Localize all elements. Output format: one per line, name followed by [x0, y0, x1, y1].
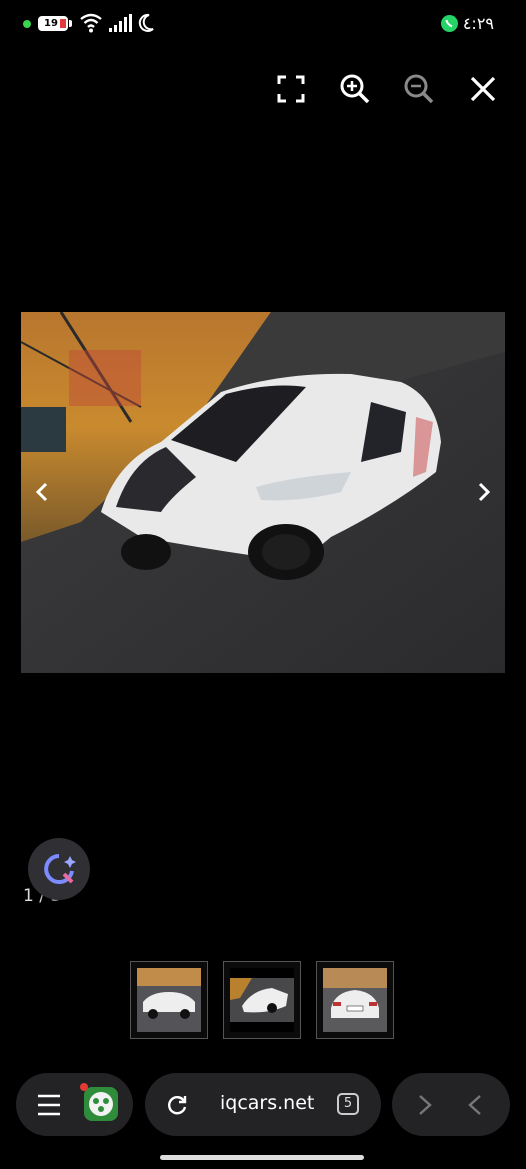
clock: ٤:٢٩ [462, 14, 494, 33]
next-image-icon[interactable] [471, 480, 495, 504]
moon-icon [138, 13, 154, 32]
zoom-in-icon[interactable] [336, 70, 374, 108]
fullscreen-icon[interactable] [272, 70, 310, 108]
battery-icon: 19 [38, 16, 68, 31]
status-dot-icon [23, 20, 31, 28]
navigation-pill [392, 1073, 510, 1136]
thumbnail-1[interactable] [130, 961, 208, 1039]
watermark-logo [69, 350, 141, 406]
status-bar: 19 ٤:٢٩ [0, 0, 526, 48]
lens-icon [44, 854, 76, 884]
menu-icon[interactable] [36, 1093, 62, 1117]
google-lens-button[interactable] [28, 838, 90, 900]
forward-icon[interactable] [414, 1093, 436, 1117]
extension-icon[interactable] [84, 1087, 118, 1121]
back-icon[interactable] [464, 1093, 486, 1117]
reload-icon[interactable] [165, 1093, 189, 1117]
notification-dot [80, 1083, 88, 1091]
menu-pill [16, 1073, 133, 1136]
wifi-icon [80, 13, 102, 33]
close-icon[interactable] [464, 70, 502, 108]
thumbnail-2[interactable] [223, 961, 301, 1039]
tabs-count-button[interactable]: 5 [337, 1093, 359, 1115]
whatsapp-icon [441, 15, 458, 32]
zoom-out-icon[interactable] [400, 70, 438, 108]
signal-icon [109, 14, 132, 32]
battery-level: 19 [41, 18, 61, 29]
thumbnail-3[interactable] [316, 961, 394, 1039]
url-text[interactable]: iqcars.net [220, 1092, 314, 1114]
previous-image-icon[interactable] [31, 480, 55, 504]
home-indicator[interactable] [160, 1155, 364, 1160]
car-photo[interactable] [21, 312, 505, 673]
